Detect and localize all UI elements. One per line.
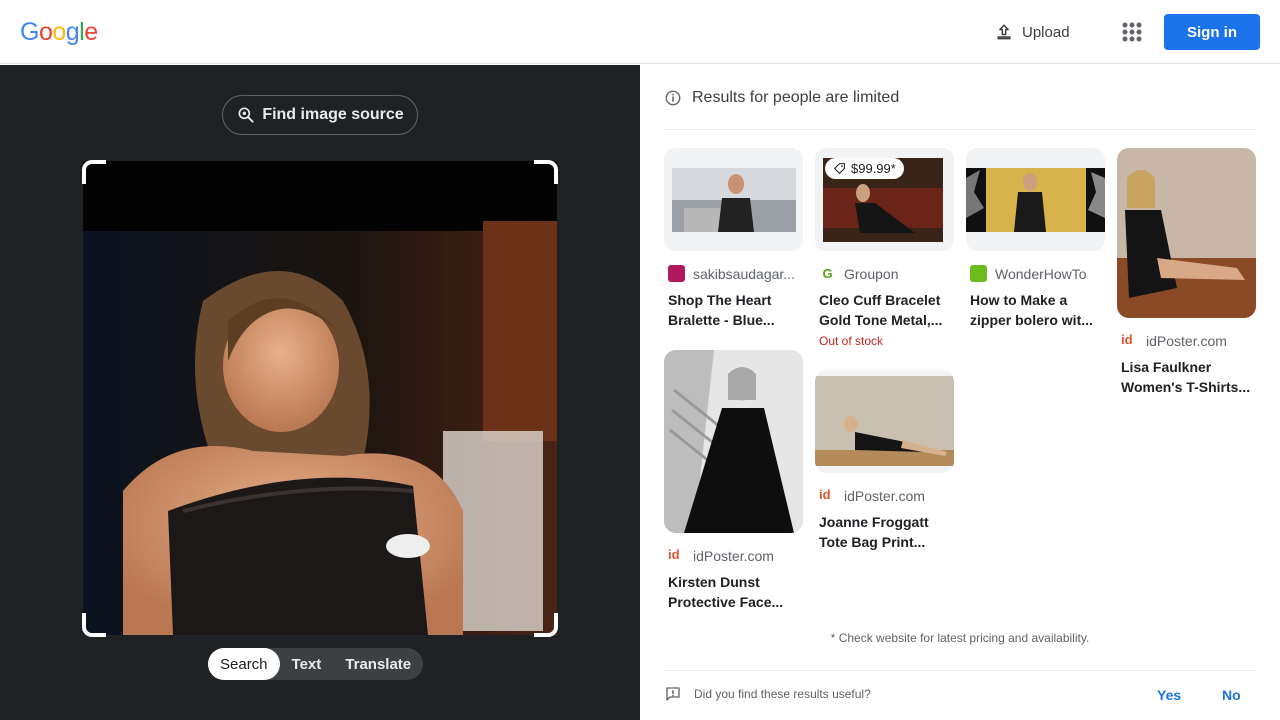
feedback-yes-button[interactable]: Yes: [1157, 687, 1181, 703]
feedback-prompt: Did you find these results useful?: [664, 685, 871, 703]
price-value: $99.99*: [851, 161, 896, 176]
result-thumbnail[interactable]: [1117, 148, 1256, 318]
upload-label: Upload: [1022, 23, 1070, 41]
logo-letter: g: [65, 18, 80, 46]
title-line: Protective Face...: [668, 594, 784, 610]
result-title[interactable]: Kirsten Dunst Protective Face...: [668, 572, 803, 612]
apps-grid-icon[interactable]: [1118, 18, 1146, 46]
divider: [664, 129, 1256, 130]
wonderhowto-favicon-icon: [970, 265, 987, 282]
result-card[interactable]: sakibsaudagar... Shop The Heart Bralette…: [664, 148, 803, 330]
crop-handle-bottom-left[interactable]: [82, 613, 106, 637]
idposter-favicon-icon: id: [1121, 332, 1138, 349]
find-image-source-button[interactable]: Find image source: [222, 95, 418, 135]
result-card[interactable]: WonderHowTo How to Make a zipper bolero …: [966, 148, 1105, 330]
idposter-favicon-icon: id: [668, 547, 685, 564]
source-name: WonderHowTo: [995, 265, 1087, 282]
result-title[interactable]: Cleo Cuff Bracelet Gold Tone Metal,...: [819, 290, 954, 330]
site-favicon-icon: [668, 265, 685, 282]
price-tag-icon: [833, 163, 845, 175]
result-title[interactable]: Lisa Faulkner Women's T-Shirts...: [1121, 357, 1256, 397]
logo-letter: e: [84, 18, 98, 46]
upload-icon: [997, 24, 1011, 40]
pricing-disclaimer: * Check website for latest pricing and a…: [830, 631, 1090, 645]
lens-search-icon: [238, 107, 254, 123]
result-title[interactable]: How to Make a zipper bolero wit...: [970, 290, 1105, 330]
result-source[interactable]: sakibsaudagar...: [668, 265, 803, 282]
source-name: idPoster.com: [693, 547, 774, 564]
result-source[interactable]: id idPoster.com: [1121, 332, 1256, 349]
query-image-panel: Find image source Search Text Translate: [0, 65, 640, 720]
result-thumbnail[interactable]: [664, 350, 803, 533]
query-image[interactable]: [83, 161, 557, 635]
feedback-icon: [666, 687, 680, 701]
source-name: sakibsaudagar...: [693, 265, 795, 282]
tab-text[interactable]: Text: [280, 648, 334, 680]
result-source[interactable]: WonderHowTo: [970, 265, 1105, 282]
result-title[interactable]: Joanne Froggatt Tote Bag Print...: [819, 512, 954, 552]
result-source[interactable]: id idPoster.com: [819, 487, 954, 504]
top-bar: Google Upload Sign in: [0, 0, 1280, 64]
mode-switcher: Search Text Translate: [208, 648, 424, 680]
result-card[interactable]: $99.99* G Groupon Cleo Cuff Bracelet Gol…: [815, 148, 954, 348]
result-source[interactable]: G Groupon: [819, 265, 954, 282]
source-name: Groupon: [844, 265, 899, 282]
limited-results-notice: Results for people are limited: [664, 89, 899, 107]
price-chip: $99.99*: [825, 158, 904, 179]
result-card[interactable]: id idPoster.com Lisa Faulkner Women's T-…: [1117, 148, 1256, 397]
result-thumbnail[interactable]: [815, 370, 954, 473]
result-thumbnail[interactable]: [664, 148, 803, 251]
source-name: idPoster.com: [1146, 332, 1227, 349]
feedback-question: Did you find these results useful?: [694, 687, 871, 701]
crop-handle-bottom-right[interactable]: [534, 613, 558, 637]
source-name: idPoster.com: [844, 487, 925, 504]
result-thumbnail[interactable]: $99.99*: [815, 148, 954, 251]
result-source[interactable]: id idPoster.com: [668, 547, 803, 564]
stock-status: Out of stock: [819, 334, 884, 348]
logo-letter: o: [52, 18, 66, 46]
title-line: Kirsten Dunst: [668, 574, 760, 590]
results-panel: Results for people are limited sakibsaud…: [640, 65, 1280, 720]
title-line: How to Make a: [970, 292, 1068, 308]
tab-search[interactable]: Search: [208, 648, 280, 680]
sign-in-button[interactable]: Sign in: [1164, 14, 1260, 50]
crop-handle-top-left[interactable]: [82, 160, 106, 184]
title-line: Women's T-Shirts...: [1121, 379, 1251, 395]
result-title[interactable]: Shop The Heart Bralette - Blue...: [668, 290, 803, 330]
title-line: Shop The Heart: [668, 292, 772, 308]
groupon-favicon-icon: G: [819, 265, 836, 282]
idposter-favicon-icon: id: [819, 487, 836, 504]
title-line: zipper bolero wit...: [970, 312, 1093, 328]
result-card[interactable]: id idPoster.com Kirsten Dunst Protective…: [664, 350, 803, 612]
limited-notice-text: Results for people are limited: [692, 89, 900, 106]
google-logo[interactable]: Google: [20, 18, 98, 47]
crop-handle-top-right[interactable]: [534, 160, 558, 184]
logo-letter: G: [20, 18, 39, 46]
upload-button[interactable]: Upload: [984, 14, 1080, 50]
title-line: Cleo Cuff Bracelet: [819, 292, 941, 308]
result-thumbnail[interactable]: [966, 148, 1105, 251]
title-line: Gold Tone Metal,...: [819, 312, 943, 328]
title-line: Lisa Faulkner: [1121, 359, 1212, 375]
logo-letter: o: [38, 18, 53, 46]
info-icon: [665, 90, 681, 106]
divider: [664, 670, 1256, 671]
tab-translate[interactable]: Translate: [333, 648, 423, 680]
result-card[interactable]: id idPoster.com Joanne Froggatt Tote Bag…: [815, 370, 954, 552]
feedback-no-button[interactable]: No: [1222, 687, 1241, 703]
title-line: Tote Bag Print...: [819, 534, 926, 550]
title-line: Joanne Froggatt: [819, 514, 929, 530]
title-line: Bralette - Blue...: [668, 312, 775, 328]
find-image-source-label: Find image source: [262, 106, 404, 123]
